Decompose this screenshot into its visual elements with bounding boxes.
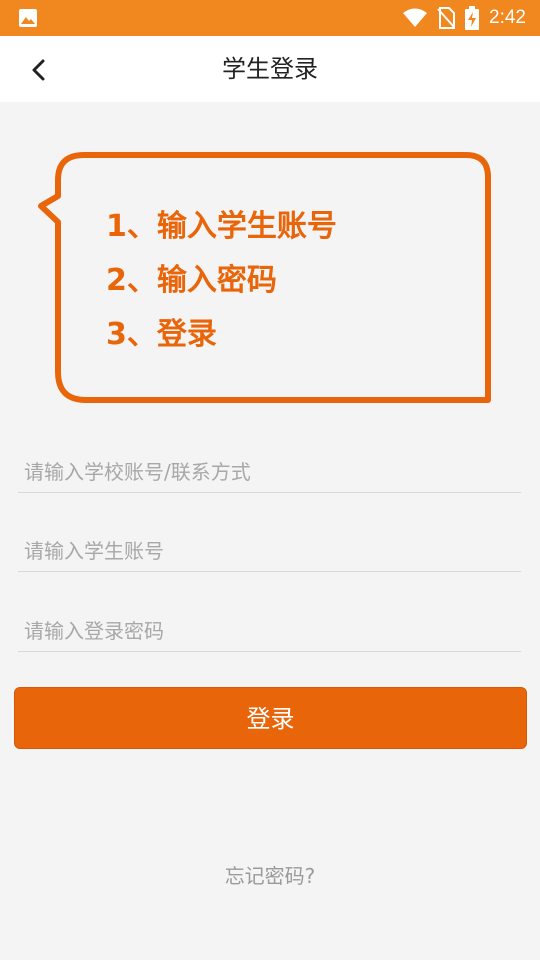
student-account-field	[18, 531, 521, 572]
student-account-input[interactable]	[18, 531, 521, 571]
app-bar: 学生登录	[0, 36, 540, 102]
tips-list: 1、输入学生账号 2、输入密码 3、登录	[106, 200, 337, 362]
tip-step-1: 1、输入学生账号	[106, 209, 337, 244]
password-field	[18, 611, 521, 652]
tip-step-2: 2、输入密码	[106, 263, 277, 298]
image-icon	[19, 9, 37, 27]
tip-step-3: 3、登录	[106, 317, 217, 352]
password-input[interactable]	[18, 611, 521, 651]
no-sim-icon	[437, 7, 456, 29]
forgot-password-link[interactable]: 忘记密码?	[0, 860, 540, 889]
battery-charging-icon	[465, 6, 480, 30]
page-title: 学生登录	[222, 55, 318, 83]
school-account-input[interactable]	[18, 452, 521, 492]
school-account-field	[18, 452, 521, 493]
status-time: 2:42	[489, 7, 526, 28]
login-button[interactable]: 登录	[14, 687, 527, 749]
wifi-icon	[403, 8, 428, 27]
chevron-left-icon[interactable]	[22, 54, 54, 86]
status-bar: 2:42	[0, 0, 540, 36]
